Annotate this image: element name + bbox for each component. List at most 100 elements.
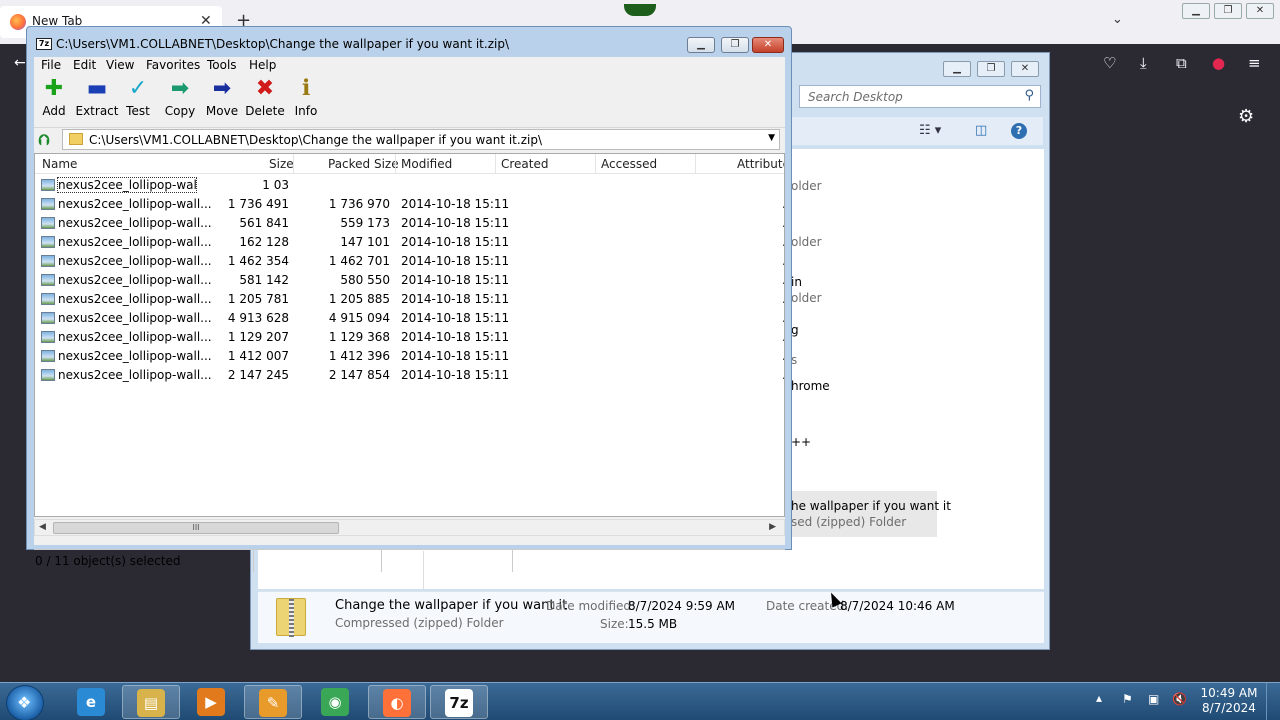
menu-favorites[interactable]: Favorites [146, 58, 200, 72]
file-list[interactable]: Name Size Packed Size Modified Created A… [34, 153, 785, 517]
action-center-flag-icon[interactable]: ⚑ [1122, 692, 1133, 706]
column-packed-size[interactable]: Packed Size [328, 157, 399, 171]
partial-item-type: older [791, 235, 822, 249]
move-button[interactable]: ➡ Move [202, 77, 242, 123]
maximize-button[interactable]: ❐ [721, 37, 749, 53]
ublock-icon[interactable]: ● [1212, 54, 1225, 72]
clock-time: 10:49 AM [1200, 686, 1258, 700]
chevron-down-icon[interactable]: ▼ [768, 133, 775, 143]
taskbar-button[interactable]: 7z [430, 685, 488, 719]
status-separator [253, 550, 254, 572]
download-icon[interactable]: ⤓ [1140, 54, 1147, 72]
explorer-maximize-button[interactable]: ❐ [977, 61, 1005, 77]
column-accessed[interactable]: Accessed [601, 157, 657, 171]
file-name: nexus2cee_lollipop-wall... [58, 216, 212, 230]
close-button[interactable]: ✕ [1246, 3, 1274, 19]
column-size[interactable]: Size [269, 157, 294, 171]
search-icon[interactable]: ⚲ [1024, 88, 1034, 103]
partial-item-name[interactable]: g [791, 323, 799, 337]
image-file-icon [41, 236, 55, 248]
table-row[interactable]: nexus2cee_lollipop-wall... 4 913 628 4 915… [35, 309, 784, 328]
table-row[interactable]: nexus2cee_lollipop-wall... 581 142 580 550… [35, 271, 784, 290]
table-row[interactable]: nexus2cee_lollipop-wall... 1 205 781 1 205… [35, 290, 784, 309]
table-row[interactable]: nexus2cee_lollipop-wall... 1 129 207 1 129… [35, 328, 784, 347]
address-field[interactable]: C:\Users\VM1.COLLABNET\Desktop\Change th… [62, 129, 780, 150]
column-name[interactable]: Name [42, 157, 77, 171]
7zip-logo-icon: 7z [36, 38, 52, 50]
minimize-button[interactable]: ▁ [1182, 3, 1210, 19]
close-button[interactable]: ✕ [752, 37, 784, 53]
taskbar-button[interactable]: ◉ [306, 685, 364, 719]
file-size: 2 147 245 [227, 368, 289, 382]
folder-up-icon[interactable]: ⮉ [38, 131, 49, 149]
table-row[interactable]: nexus2cee_lollipop-wall... 561 841 559 173… [35, 214, 784, 233]
column-attributes[interactable]: Attribute [737, 157, 784, 171]
list-tabs-icon[interactable]: ⌄ [1112, 12, 1123, 27]
table-row[interactable]: nexus2cee_lollipop-wall... 162 128 147 101… [35, 233, 784, 252]
file-name: nexus2cee_lollipop-wall... [58, 330, 212, 344]
date-modified-value: 8/7/2024 9:59 AM [628, 599, 736, 613]
gear-icon[interactable]: ⚙ [1238, 106, 1254, 127]
explorer-minimize-button[interactable]: ▁ [943, 61, 971, 77]
menu-help[interactable]: Help [249, 58, 276, 72]
start-button[interactable]: ❖ [6, 685, 44, 720]
taskbar-button[interactable]: ✎ [244, 685, 302, 719]
selected-zip-item[interactable]: he wallpaper if you want it sed (zipped)… [789, 491, 951, 537]
column-created[interactable]: Created [501, 157, 549, 171]
change-view-icon[interactable]: ☷ ▾ [919, 123, 941, 138]
column-modified[interactable]: Modified [401, 157, 452, 171]
file-attributes: A [783, 311, 784, 325]
test-label: Test [126, 104, 150, 118]
menu-tools[interactable]: Tools [207, 58, 237, 72]
extensions-icon[interactable]: ⧉ [1176, 54, 1187, 72]
copy-button[interactable]: ➡ Copy [160, 77, 200, 123]
partial-item-name[interactable]: ++ [791, 435, 811, 449]
file-size: 4 913 628 [227, 311, 289, 325]
menu-edit[interactable]: Edit [73, 58, 96, 72]
explorer-close-button[interactable]: ✕ [1011, 61, 1039, 77]
restore-button[interactable]: ❐ [1214, 3, 1242, 19]
scroll-right-icon[interactable]: ▶ [769, 522, 776, 532]
taskbar-button[interactable]: ▤ [122, 685, 180, 719]
extract-icon: ▬ [86, 76, 108, 101]
add-button[interactable]: ✚ Add [34, 77, 74, 123]
partial-item-name[interactable]: hrome [791, 379, 830, 393]
table-row[interactable]: nexus2cee_lollipop-wall... 1 462 354 1 462… [35, 252, 784, 271]
show-desktop-button[interactable] [1266, 683, 1280, 720]
partial-item-name[interactable]: in [791, 275, 802, 289]
help-icon[interactable]: ? [1011, 123, 1027, 139]
preview-pane-icon[interactable]: ◫ [975, 123, 987, 138]
menu-icon[interactable]: ≡ [1248, 54, 1261, 72]
taskbar-button[interactable]: ◐ [368, 685, 426, 719]
clock[interactable]: 10:49 AM 8/7/2024 [1198, 686, 1260, 716]
show-hidden-icons[interactable]: ▴ [1096, 691, 1102, 705]
taskbar-button[interactable]: e [62, 685, 120, 719]
explorer-icon: ▤ [137, 689, 165, 717]
extract-button[interactable]: ▬ Extract [74, 77, 120, 123]
info-button[interactable]: ℹ Info [288, 77, 324, 123]
menu-file[interactable]: File [41, 58, 61, 72]
column-separator [495, 154, 496, 174]
table-row[interactable]: nexus2cee_lollipop-wall... 1 736 491 1 736… [35, 195, 784, 214]
horizontal-scrollbar[interactable]: ◀ III ▶ [34, 519, 785, 536]
table-row[interactable]: nexus2cee_lollipop-wall... 2 147 245 2 147… [35, 366, 784, 385]
7zip-title-bar[interactable]: 7z C:\Users\VM1.COLLABNET\Desktop\Change… [27, 27, 791, 59]
file-size: 1 205 781 [227, 292, 289, 306]
table-row[interactable]: nexus2cee_lollipop-wall... 1 412 007 1 412… [35, 347, 784, 366]
table-row[interactable]: nexus2cee_lollipop-wall... 1 03 [35, 176, 784, 195]
volume-muted-icon[interactable]: 🔇 [1172, 692, 1187, 706]
test-button[interactable]: ✓ Test [120, 77, 156, 123]
menu-view[interactable]: View [106, 58, 134, 72]
network-icon[interactable]: ▣ [1148, 692, 1159, 706]
pocket-icon[interactable]: ♡ [1103, 54, 1116, 72]
back-icon[interactable]: ← [14, 55, 26, 71]
scroll-left-icon[interactable]: ◀ [39, 522, 46, 532]
search-input[interactable]: Search Desktop ⚲ [799, 85, 1041, 108]
file-packed-size: 559 173 [340, 216, 390, 230]
file-attributes: A [783, 254, 784, 268]
delete-button[interactable]: ✖ Delete [244, 77, 286, 123]
scroll-thumb[interactable]: III [53, 522, 339, 534]
minimize-button[interactable]: ▁ [687, 37, 715, 53]
taskbar-button[interactable]: ▶ [182, 685, 240, 719]
file-attributes: A [783, 368, 784, 382]
